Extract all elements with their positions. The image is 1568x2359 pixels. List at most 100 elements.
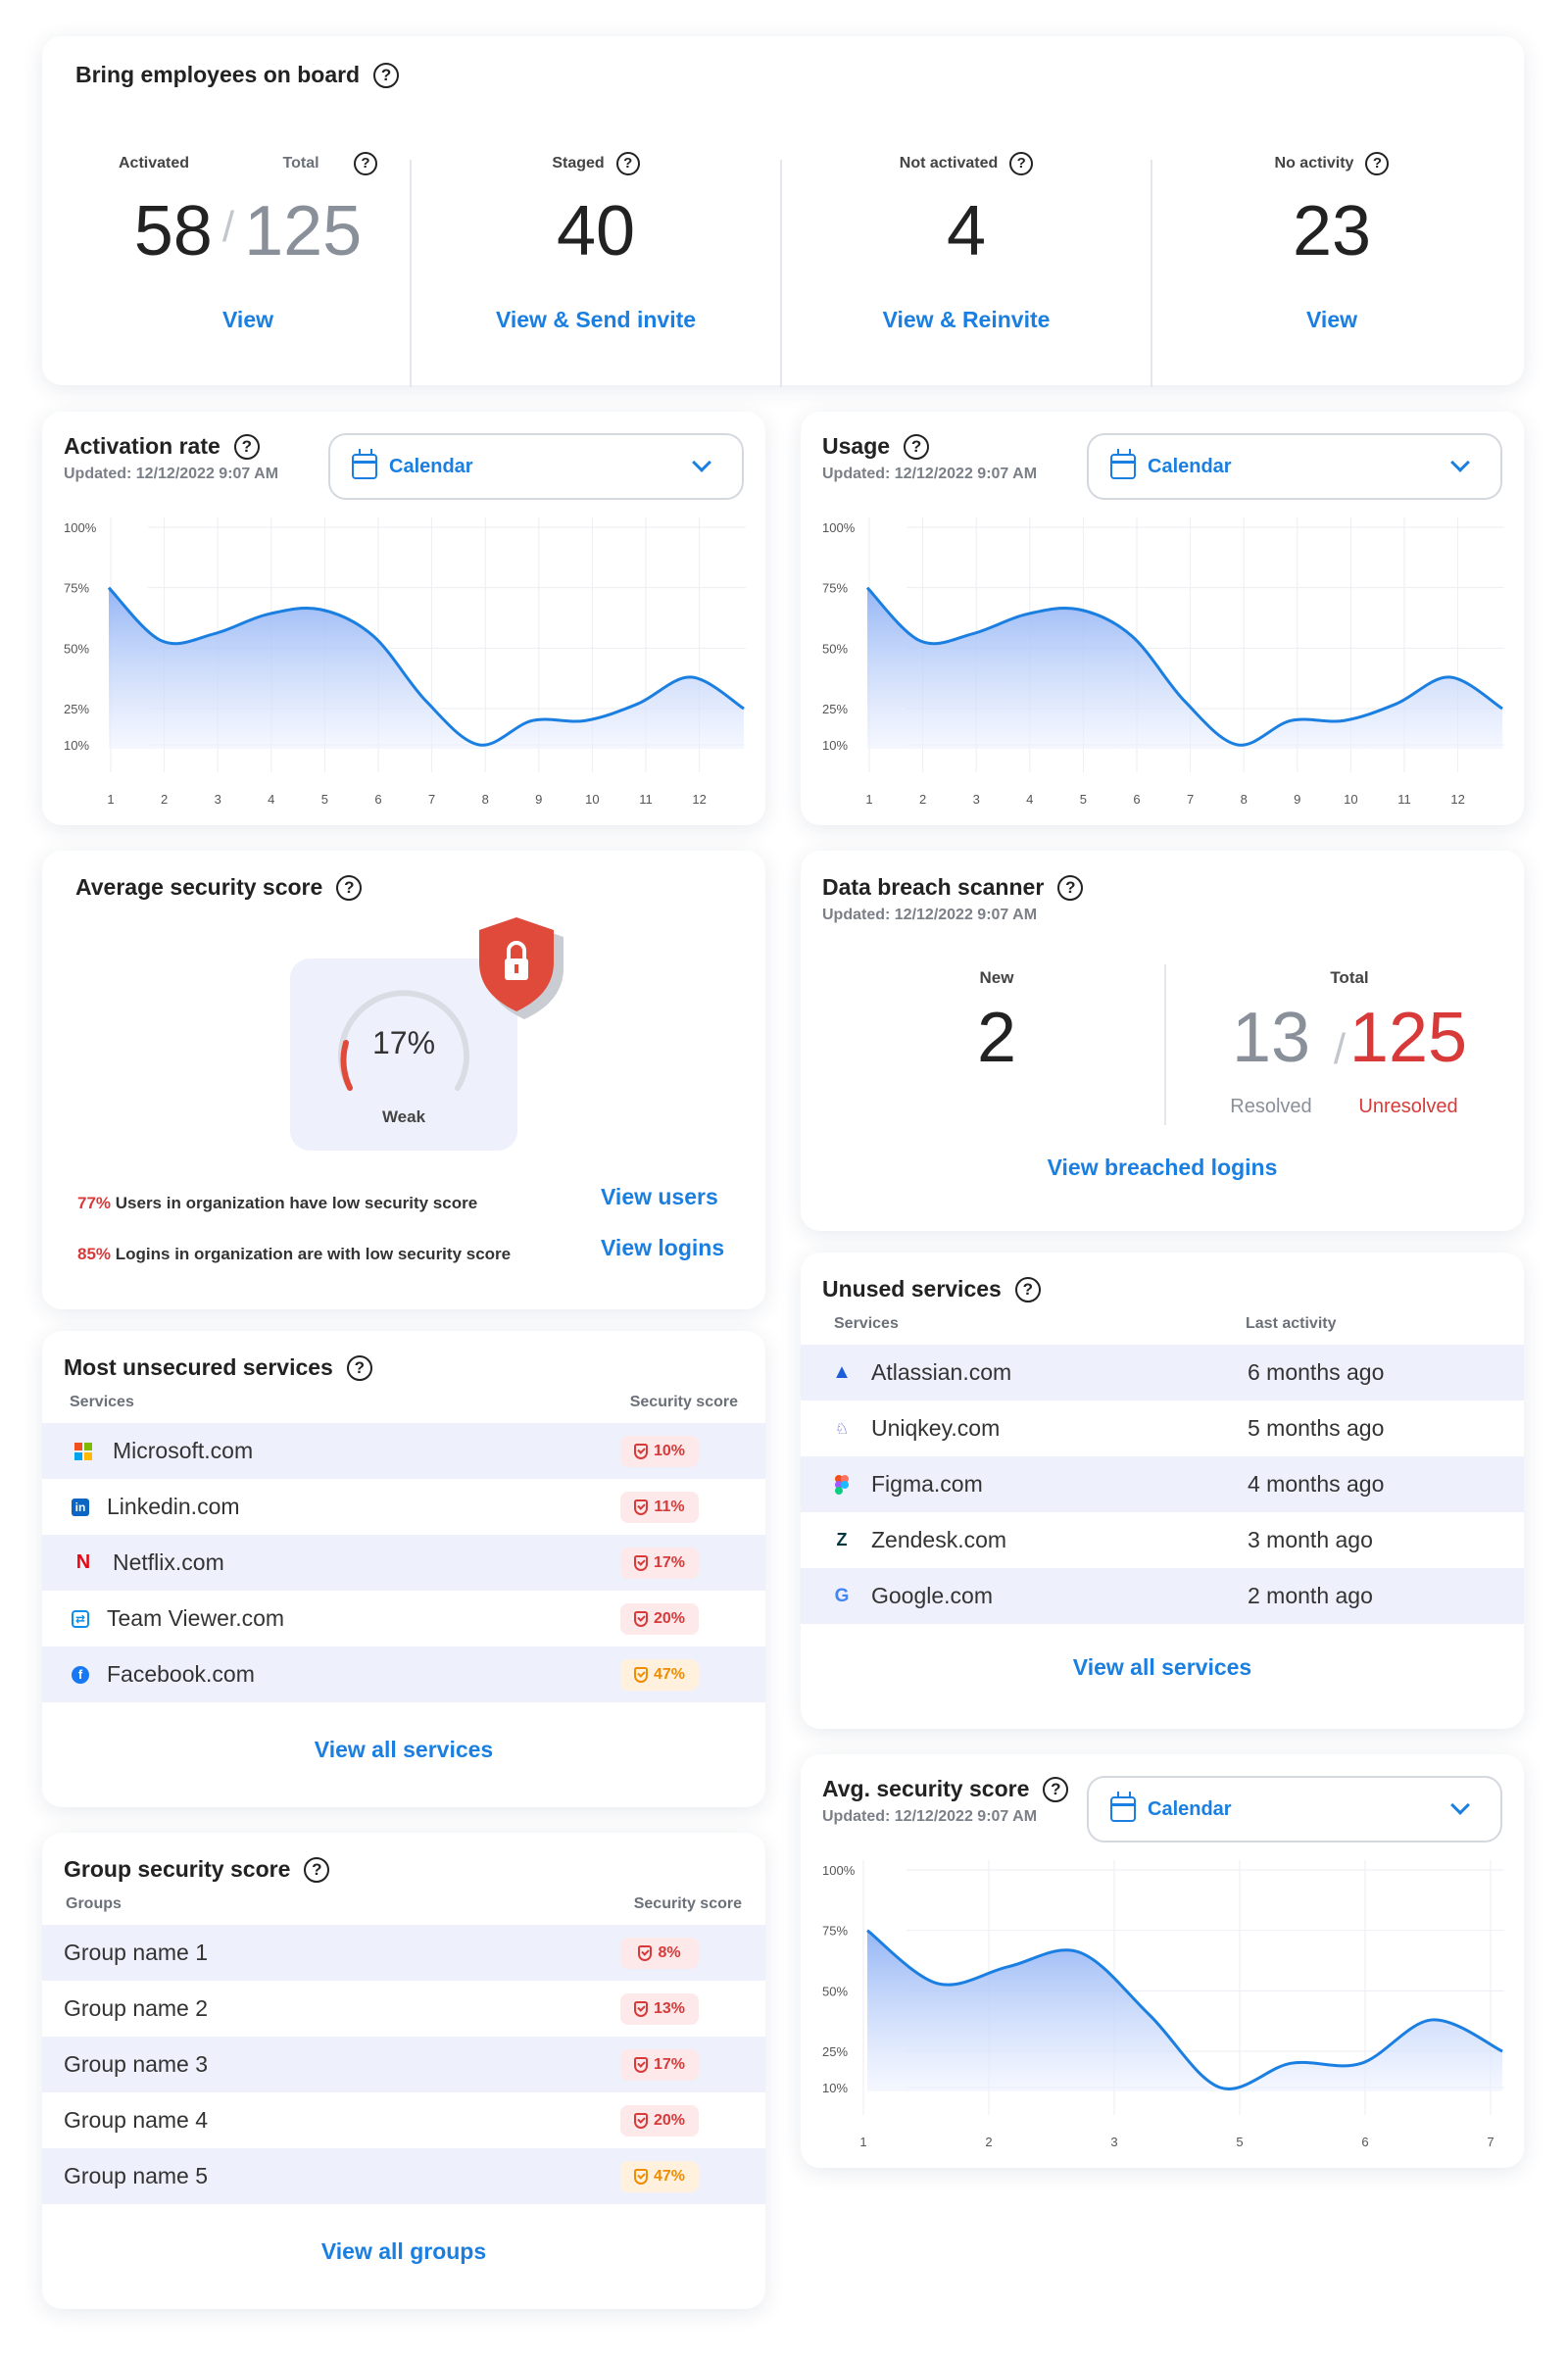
security-score-badge: 10% (620, 1435, 699, 1467)
table-row[interactable]: f Facebook.com 47% (42, 1646, 765, 1702)
y-tick-label: 10% (64, 738, 89, 753)
table-row[interactable]: Z Zendesk.com 3 month ago (801, 1512, 1524, 1568)
table-row[interactable]: G Google.com 2 month ago (801, 1568, 1524, 1624)
usage-card: Usage ? Updated: 12/12/2022 9:07 AM Cale… (801, 412, 1524, 825)
view-all-unused-services-link[interactable]: View all services (801, 1654, 1524, 1681)
staged-column: Staged ? 40 View & Send invite (412, 36, 780, 385)
y-tick-label: 75% (822, 1924, 848, 1939)
activated-label: Activated (119, 155, 190, 172)
x-tick-label: 3 (973, 792, 980, 807)
view-activated-link[interactable]: View (81, 307, 415, 333)
help-icon[interactable]: ? (346, 1354, 372, 1381)
last-activity: 5 months ago (1248, 1415, 1385, 1441)
service-name: Figma.com (871, 1471, 983, 1497)
service-name: Facebook.com (107, 1661, 255, 1687)
table-row[interactable]: Group name 5 47% (42, 2148, 765, 2204)
x-tick-label: 6 (374, 792, 381, 807)
shield-icon (633, 2056, 648, 2073)
x-tick-label: 3 (215, 792, 221, 807)
view-all-services-link[interactable]: View all services (42, 1737, 765, 1763)
shield-icon (633, 2168, 648, 2185)
help-icon[interactable]: ? (1014, 1276, 1041, 1302)
help-icon[interactable]: ? (1365, 152, 1390, 175)
x-tick-label: 11 (639, 792, 653, 807)
avg-security-title: Average security score (75, 874, 323, 900)
x-tick-label: 9 (535, 792, 542, 807)
view-logins-link[interactable]: View logins (601, 1235, 724, 1261)
view-no-activity-link[interactable]: View (1152, 307, 1511, 333)
staged-label: Staged (552, 155, 605, 172)
score-level: Weak (381, 1107, 426, 1126)
table-row[interactable]: ⇄ Team Viewer.com 20% (42, 1591, 765, 1646)
zendesk-icon: Z (836, 1530, 848, 1549)
score-text: 47% (653, 2167, 686, 2185)
table-row[interactable]: ▲ Atlassian.com 6 months ago (801, 1345, 1524, 1401)
not-activated-label: Not activated (899, 155, 999, 172)
staged-label-row: Staged ? (412, 152, 780, 175)
table-row[interactable]: ♘ Uniqkey.com 5 months ago (801, 1401, 1524, 1456)
col-services: Services (834, 1315, 899, 1332)
x-tick-label: 6 (1361, 2135, 1368, 2149)
help-icon[interactable]: ? (1057, 874, 1084, 901)
view-all-groups-link[interactable]: View all groups (42, 2238, 765, 2265)
shield-icon (633, 2000, 648, 2017)
linkedin-icon: in (72, 1498, 89, 1516)
breach-updated: Updated: 12/12/2022 9:07 AM (822, 907, 1038, 923)
group-title: Group security score (64, 1856, 291, 1882)
view-reinvite-link[interactable]: View & Reinvite (782, 307, 1151, 333)
table-row[interactable]: Group name 2 13% (42, 1981, 765, 2037)
view-send-invite-link[interactable]: View & Send invite (412, 307, 780, 333)
table-row[interactable]: Microsoft.com 10% (42, 1423, 765, 1479)
help-icon[interactable]: ? (336, 874, 363, 901)
col-last-activity: Last activity (1246, 1315, 1337, 1332)
series-area (867, 587, 1502, 749)
breach-new-label: New (979, 968, 1014, 987)
table-row[interactable]: N Netflix.com 17% (42, 1535, 765, 1591)
security-score-badge: 17% (620, 1547, 699, 1579)
group-name: Group name 3 (64, 2051, 209, 2077)
service-name: Netflix.com (113, 1549, 224, 1575)
x-tick-label: 7 (428, 792, 435, 807)
help-icon[interactable]: ? (1009, 152, 1034, 175)
service-name: Atlassian.com (871, 1359, 1012, 1385)
no-activity-label-row: No activity ? (1152, 152, 1511, 175)
table-row[interactable]: in Linkedin.com 11% (42, 1479, 765, 1535)
x-tick-label: 2 (161, 792, 168, 807)
view-breached-logins-link[interactable]: View breached logins (801, 1155, 1524, 1181)
stat-logins-text: Logins in organization are with low secu… (111, 1245, 512, 1263)
x-tick-label: 9 (1294, 792, 1300, 807)
service-name: Microsoft.com (113, 1438, 254, 1463)
total-label: Total (282, 155, 319, 172)
avg-score-chart-card: Avg. security score ? Updated: 12/12/202… (801, 1754, 1524, 2168)
breach-title: Data breach scanner (822, 874, 1045, 900)
breach-total-label: Total (1330, 968, 1369, 987)
table-row[interactable]: Figma.com 4 months ago (801, 1456, 1524, 1512)
group-name: Group name 4 (64, 2107, 209, 2133)
table-row[interactable]: Group name 3 17% (42, 2037, 765, 2092)
help-icon[interactable]: ? (615, 152, 640, 175)
score-text: 17% (653, 1553, 686, 1571)
x-tick-label: 5 (321, 792, 328, 807)
unused-table-header: Services Last activity (834, 1315, 1422, 1333)
avg-security-title-row: Average security score ? (75, 874, 363, 901)
col-services: Services (70, 1394, 134, 1410)
table-row[interactable]: Group name 4 20% (42, 2092, 765, 2148)
series-area (109, 587, 744, 749)
breach-unresolved-label: Unresolved (1358, 1096, 1458, 1117)
table-row[interactable]: Group name 1 8% (42, 1925, 765, 1981)
score-text: 20% (653, 1609, 686, 1627)
view-users-link[interactable]: View users (601, 1184, 718, 1210)
data-breach-card: Data breach scanner ? Updated: 12/12/202… (801, 851, 1524, 1231)
y-tick-label: 25% (822, 2044, 848, 2059)
y-tick-label: 75% (822, 581, 848, 596)
figma-icon (830, 1473, 854, 1497)
stat-users-pct: 77% (77, 1194, 112, 1212)
help-icon[interactable]: ? (304, 1856, 330, 1883)
help-icon[interactable]: ? (354, 152, 377, 175)
x-tick-label: 11 (1397, 792, 1411, 807)
uniqkey-icon: ♘ (834, 1420, 850, 1438)
service-name: Team Viewer.com (107, 1605, 285, 1631)
unsecured-title-row: Most unsecured services ? (64, 1354, 372, 1381)
shield-icon (633, 2112, 648, 2129)
shield-icon (634, 1499, 649, 1515)
